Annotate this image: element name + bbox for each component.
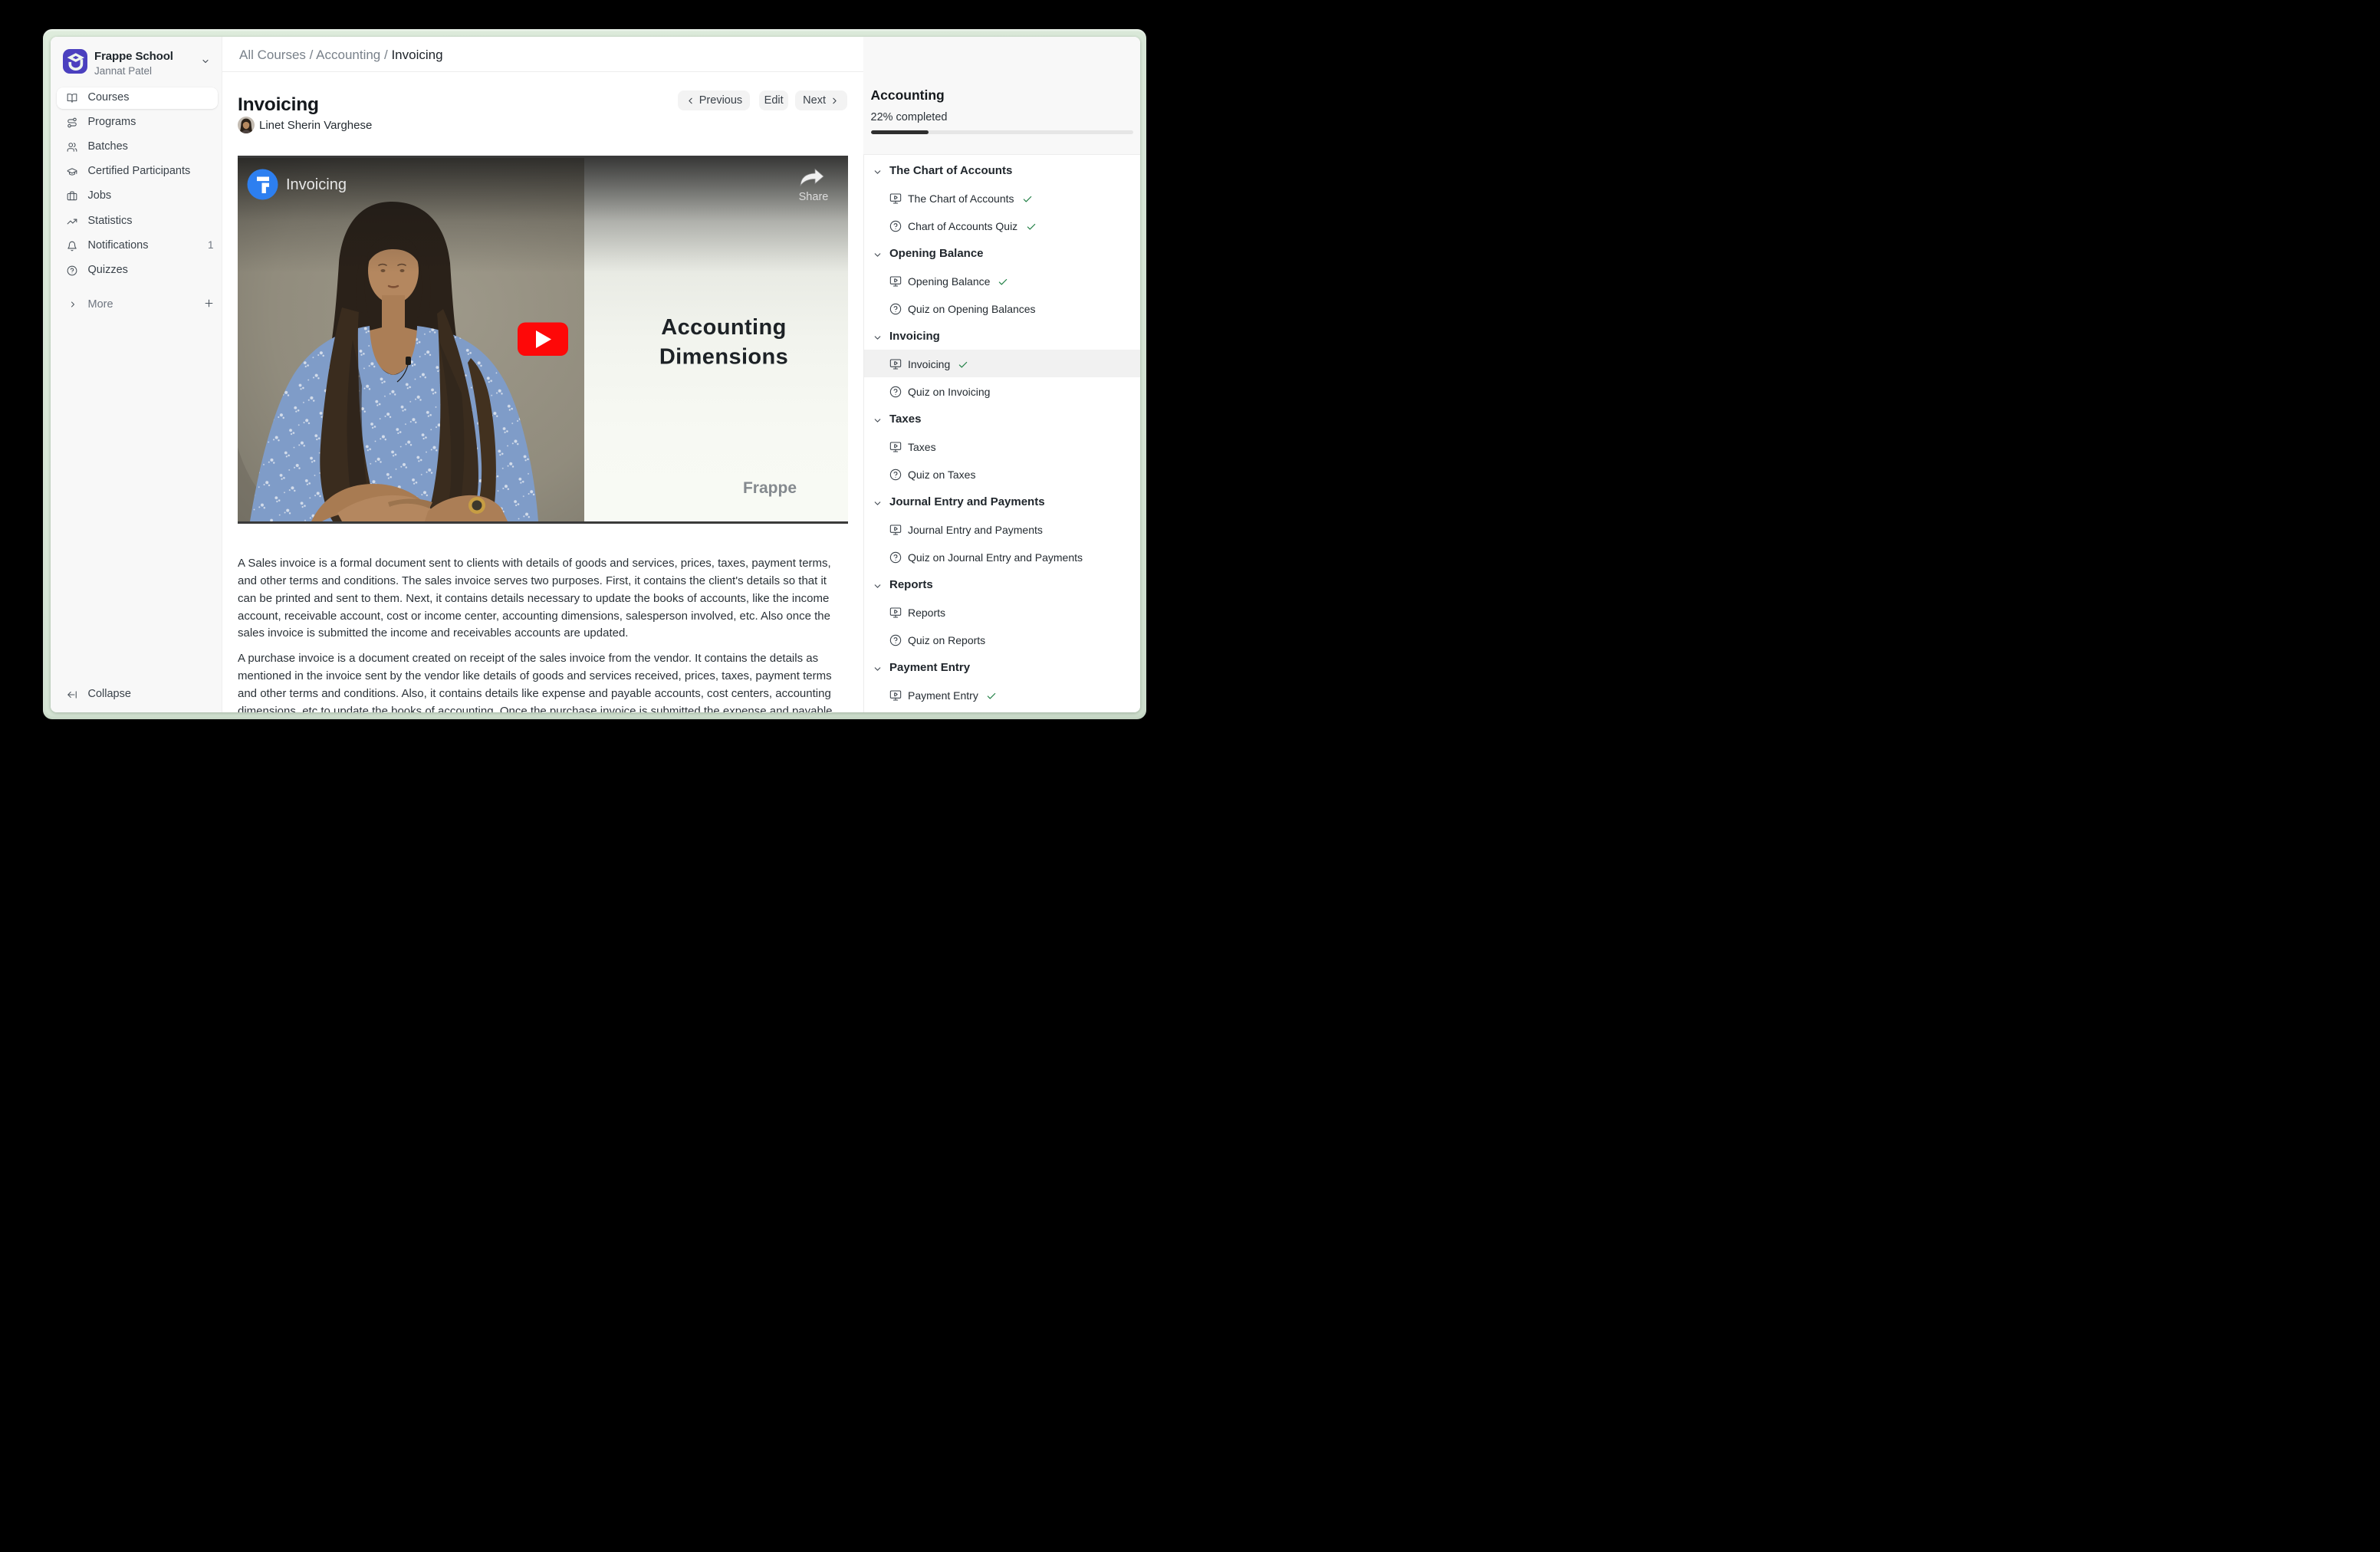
svg-text:Share: Share [799, 191, 829, 203]
svg-text:Invoicing: Invoicing [286, 176, 347, 193]
svg-text:Frappe: Frappe [743, 479, 797, 497]
svg-text:Accounting: Accounting [661, 315, 787, 340]
svg-text:Dimensions: Dimensions [659, 344, 788, 369]
